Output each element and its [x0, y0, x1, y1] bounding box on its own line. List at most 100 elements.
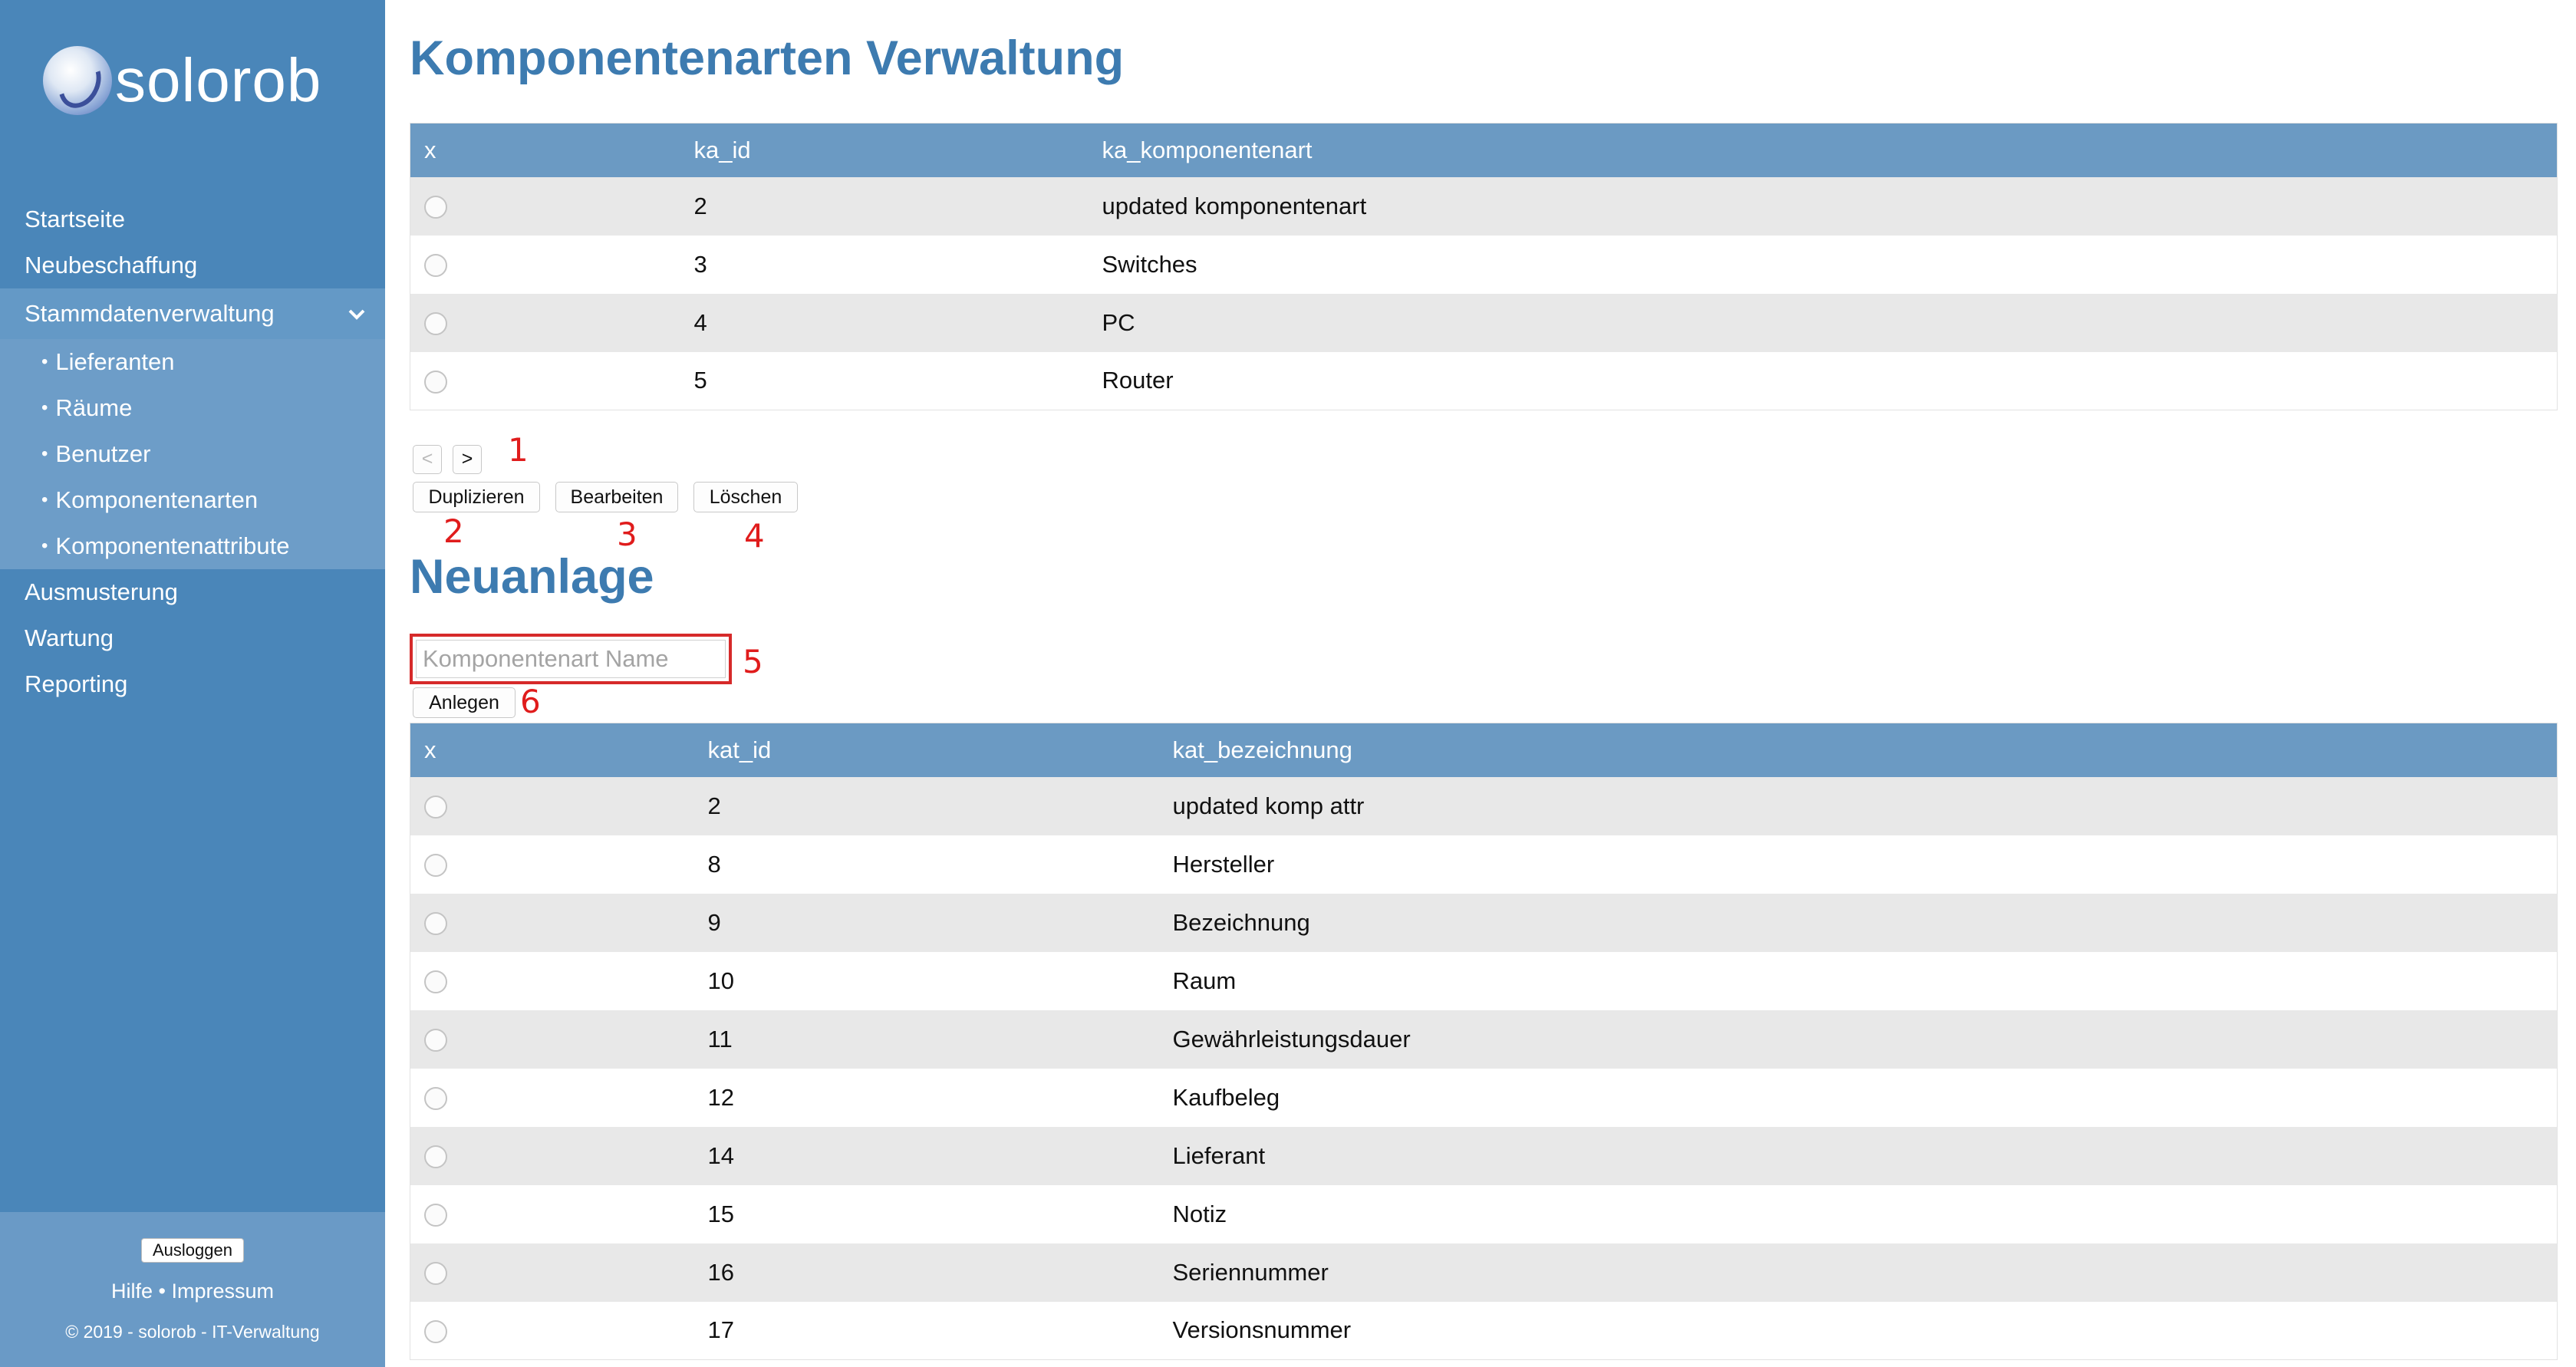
logo-hand-icon — [43, 46, 112, 115]
nav-item-startseite[interactable]: Startseite — [0, 196, 385, 242]
cell-name: Switches — [1088, 235, 2558, 294]
annotation-marker: 3 — [617, 516, 637, 553]
row-radio[interactable] — [424, 1204, 447, 1227]
cell-name: Versionsnummer — [1158, 1301, 2558, 1360]
logo-text: solorob — [115, 46, 322, 114]
help-link[interactable]: Hilfe — [111, 1280, 153, 1303]
subnav-stammdaten: Lieferanten Räume Benutzer Komponentenar… — [0, 339, 385, 569]
cell-id: 2 — [680, 176, 1089, 236]
logo[interactable]: solorob — [43, 38, 321, 123]
row-radio[interactable] — [424, 854, 447, 878]
row-radio[interactable] — [424, 312, 447, 336]
pager-prev-button[interactable]: < — [413, 445, 442, 474]
nav-item-ausmusterung[interactable]: Ausmusterung — [0, 569, 385, 615]
cell-id: 14 — [693, 1126, 1159, 1185]
main-nav: Startseite Neubeschaffung Stammdatenverw… — [0, 196, 385, 707]
subnav-item-lieferanten[interactable]: Lieferanten — [0, 339, 385, 385]
nav-item-reporting[interactable]: Reporting — [0, 661, 385, 707]
row-radio[interactable] — [424, 970, 447, 994]
nav-item-stammdatenverwaltung[interactable]: Stammdatenverwaltung — [0, 288, 385, 339]
column-header-ka-komponentenart: ka_komponentenart — [1088, 123, 2558, 177]
table-row: 15 Notiz — [410, 1184, 2558, 1243]
table-row: 14 Lieferant — [410, 1126, 2558, 1185]
annotation-marker: 4 — [744, 517, 765, 555]
table-row: 5 Router — [410, 351, 2558, 410]
table-row: 16 Seriennummer — [410, 1243, 2558, 1302]
table-header-row: x ka_id ka_komponentenart — [410, 123, 2558, 177]
duplicate-button[interactable]: Duplizieren — [413, 482, 540, 512]
cell-id: 8 — [693, 835, 1159, 894]
page-title: Komponentenarten Verwaltung — [410, 31, 1125, 85]
table-row: 8 Hersteller — [410, 835, 2558, 894]
table-row: 10 Raum — [410, 951, 2558, 1010]
subnav-item-benutzer[interactable]: Benutzer — [0, 431, 385, 477]
row-radio[interactable] — [424, 1320, 447, 1344]
cell-id: 2 — [693, 776, 1159, 835]
section-title-neuanlage: Neuanlage — [410, 550, 654, 604]
nav-item-label: Stammdatenverwaltung — [25, 300, 275, 327]
cell-name: Gewährleistungsdauer — [1158, 1010, 2558, 1069]
cell-id: 3 — [680, 235, 1089, 294]
edit-button[interactable]: Bearbeiten — [555, 482, 678, 512]
logout-button[interactable]: Ausloggen — [141, 1238, 244, 1263]
cell-name: PC — [1088, 293, 2558, 352]
pager-next-button[interactable]: > — [453, 445, 482, 474]
subnav-item-raeume[interactable]: Räume — [0, 385, 385, 431]
table-row: 2 updated komponentenart — [410, 176, 2558, 236]
cell-name: Raum — [1158, 951, 2558, 1010]
subnav-item-komponentenarten[interactable]: Komponentenarten — [0, 477, 385, 523]
copyright: © 2019 - solorob - IT-Verwaltung — [65, 1322, 320, 1342]
annotation-marker: 1 — [508, 431, 529, 469]
annotation-marker: 6 — [520, 683, 541, 720]
row-radio[interactable] — [424, 254, 447, 278]
table-row: 9 Bezeichnung — [410, 893, 2558, 952]
chevron-down-icon[interactable] — [347, 288, 367, 339]
komponentenarten-table: x ka_id ka_komponentenart 2 updated komp… — [410, 123, 2558, 410]
footer-links: Hilfe • Impressum — [0, 1280, 385, 1303]
cell-name: Seriennummer — [1158, 1243, 2558, 1302]
row-radio[interactable] — [424, 371, 447, 394]
column-header-select: x — [410, 123, 680, 177]
cell-id: 15 — [693, 1184, 1159, 1243]
annotation-marker: 5 — [743, 643, 763, 680]
column-header-kat-id: kat_id — [693, 723, 1159, 777]
cell-id: 4 — [680, 293, 1089, 352]
table-row: 3 Switches — [410, 235, 2558, 294]
cell-id: 5 — [680, 351, 1089, 410]
cell-name: updated komp attr — [1158, 776, 2558, 835]
cell-id: 11 — [693, 1010, 1159, 1069]
row-radio[interactable] — [424, 1262, 447, 1286]
column-header-ka-id: ka_id — [680, 123, 1089, 177]
cell-id: 9 — [693, 893, 1159, 952]
cell-id: 12 — [693, 1068, 1159, 1127]
cell-name: Notiz — [1158, 1184, 2558, 1243]
row-radio[interactable] — [424, 912, 447, 936]
cell-name: Hersteller — [1158, 835, 2558, 894]
sidebar: solorob Startseite Neubeschaffung Stammd… — [0, 0, 385, 1367]
nav-item-wartung[interactable]: Wartung — [0, 615, 385, 661]
cell-name: updated komponentenart — [1088, 176, 2558, 236]
komponentenattribute-table: x kat_id kat_bezeichnung 2 updated komp a… — [410, 723, 2558, 1360]
footer-separator: • — [158, 1280, 166, 1303]
delete-button[interactable]: Löschen — [693, 482, 798, 512]
cell-name: Router — [1088, 351, 2558, 410]
row-radio[interactable] — [424, 1029, 447, 1052]
create-button[interactable]: Anlegen — [413, 687, 516, 718]
komponentenart-name-input[interactable] — [416, 640, 726, 678]
cell-id: 17 — [693, 1301, 1159, 1360]
cell-id: 10 — [693, 951, 1159, 1010]
column-header-kat-bezeichnung: kat_bezeichnung — [1158, 723, 2558, 777]
column-header-select: x — [410, 723, 694, 777]
table-row: 12 Kaufbeleg — [410, 1068, 2558, 1127]
highlight-frame — [410, 634, 732, 684]
subnav-item-komponentenattribute[interactable]: Komponentenattribute — [0, 523, 385, 569]
row-radio[interactable] — [424, 196, 447, 219]
table-row: 4 PC — [410, 293, 2558, 352]
row-radio[interactable] — [424, 795, 447, 819]
row-radio[interactable] — [424, 1087, 447, 1111]
row-radio[interactable] — [424, 1145, 447, 1169]
imprint-link[interactable]: Impressum — [171, 1280, 274, 1303]
table-row: 2 updated komp attr — [410, 776, 2558, 835]
cell-id: 16 — [693, 1243, 1159, 1302]
nav-item-neubeschaffung[interactable]: Neubeschaffung — [0, 242, 385, 288]
